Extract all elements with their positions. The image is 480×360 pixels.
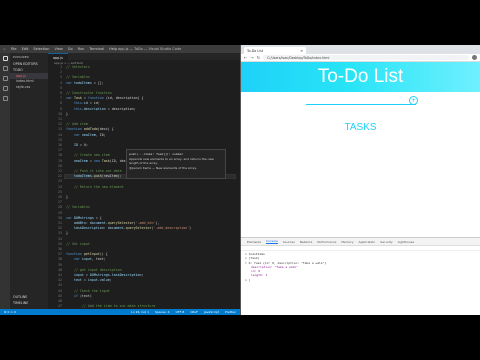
menu-item[interactable]: Selection xyxy=(33,47,49,51)
code-line[interactable]: if (text) xyxy=(66,294,92,299)
code-line[interactable]: text = input.value; xyxy=(66,278,112,283)
menu-item[interactable]: Terminal xyxy=(89,47,104,51)
status-item[interactable]: Ln 22, Col 1 xyxy=(131,310,149,314)
extensions-icon[interactable] xyxy=(2,96,8,101)
explorer-header: EXPLORER xyxy=(13,55,29,59)
code-line[interactable]: ID = 0; xyxy=(66,143,88,148)
reload-icon[interactable]: ↻ xyxy=(257,55,260,60)
menu-item[interactable]: Help xyxy=(109,47,117,51)
code-line[interactable]: // Selectors xyxy=(66,65,90,70)
file-item[interactable]: style.css xyxy=(10,84,48,90)
intellisense-tooltip: push(...items: Task[]): number Appends n… xyxy=(126,149,226,179)
status-item[interactable]: JavaScript xyxy=(204,310,219,314)
code-line[interactable]: newItem = new Task(ID, desc); xyxy=(66,159,132,164)
activity-bar xyxy=(0,53,10,309)
vscode-window: ◈ File Edit Selection View Go Run Terminal Help… xyxy=(0,45,240,315)
status-item[interactable]: Spaces: 4 xyxy=(155,310,170,314)
browser-tab-title: To-Do List xyxy=(247,48,264,53)
source-control-icon[interactable] xyxy=(2,76,8,81)
explorer-icon[interactable] xyxy=(2,56,8,61)
status-item[interactable]: CRLF xyxy=(190,310,198,314)
forward-icon[interactable]: → xyxy=(250,55,253,60)
task-input[interactable] xyxy=(305,97,416,105)
devtools-tabs: Elements Console Sources Network Performance… xyxy=(241,238,480,246)
code-line[interactable]: taskDescription: document.querySelector(… xyxy=(66,226,191,231)
devtools-tab[interactable]: Performance xyxy=(317,240,336,244)
browser-tab[interactable]: To-Do List ✕ xyxy=(244,47,306,54)
close-icon[interactable]: ✕ xyxy=(300,49,303,53)
add-task-button[interactable]: + xyxy=(409,96,418,105)
page-title: To-Do List xyxy=(317,66,404,87)
vscode-titlebar: ◈ File Edit Selection View Go Run Terminal Help… xyxy=(0,45,240,53)
devtools-panel: Elements Console Sources Network Performance… xyxy=(241,237,480,315)
devtools-tab[interactable]: Elements xyxy=(247,240,261,244)
status-bar: ⊗ 0 ⚠ 0 Ln 22, Col 1 Spaces: 4 UTF-8 CRLF Ja… xyxy=(0,309,240,315)
tasks-heading: TASKS xyxy=(344,122,377,133)
tooltip-param: @param items — New elements of the Array… xyxy=(129,165,197,170)
browser-window: To-Do List ✕ ← → ↻ C:/Users/Ivan/Desktop… xyxy=(240,45,480,315)
menu-item[interactable]: Run xyxy=(78,47,85,51)
status-item[interactable]: Prettier xyxy=(225,310,236,314)
code-line[interactable]: this.description = description; xyxy=(66,107,136,112)
avatar[interactable] xyxy=(472,55,477,60)
menu-item[interactable]: Edit xyxy=(22,47,29,51)
code-line[interactable]: // Get input xyxy=(66,242,90,247)
menu-bar: File Edit Selection View Go Run Terminal Help xyxy=(11,47,122,51)
devtools-tab[interactable]: Memory xyxy=(341,240,353,244)
console-line: > | xyxy=(245,277,251,282)
address-bar[interactable]: C:/Users/Ivan/Desktop/ToDo/index.html xyxy=(263,55,469,60)
run-debug-icon[interactable] xyxy=(2,86,8,91)
menu-item[interactable]: Go xyxy=(68,47,73,51)
vscode-logo-icon: ◈ xyxy=(3,47,7,51)
header-banner: To-Do List xyxy=(241,62,480,92)
tooltip-description: Appends new elements to an array, and re… xyxy=(129,156,214,166)
menu-item[interactable]: File xyxy=(11,47,17,51)
code-line[interactable]: } xyxy=(66,231,68,236)
editor-tab[interactable]: app.js xyxy=(48,53,68,60)
status-item[interactable]: UTF-8 xyxy=(176,310,185,314)
code-line[interactable]: // Return the new element xyxy=(66,185,124,190)
screen: ◈ File Edit Selection View Go Run Terminal Help… xyxy=(0,45,480,315)
code-line[interactable]: var input, text; xyxy=(66,257,106,262)
devtools-tab[interactable]: Security xyxy=(380,240,392,244)
devtools-tab[interactable]: Application xyxy=(359,240,376,244)
code-editor[interactable]: app.js app.js > ◇ addTodo 1// Selectors 2… xyxy=(48,53,240,309)
code-line[interactable]: var newItem, ID; xyxy=(66,133,106,138)
devtools-tab[interactable]: Lighthouse xyxy=(398,240,415,244)
todo-page: To-Do List + TASKS xyxy=(241,62,480,237)
devtools-tab[interactable]: Network xyxy=(300,240,313,244)
console-output[interactable]: > todoItems < [Task] ▾ 0: Task {id: 0, de… xyxy=(241,251,480,283)
explorer-panel: EXPLORER OPEN EDITORS TODO app.js index.… xyxy=(10,53,48,309)
devtools-tab[interactable]: Console xyxy=(265,239,278,244)
timeline-section[interactable]: TIMELINE xyxy=(10,300,48,306)
code-line[interactable]: } xyxy=(66,112,68,117)
search-icon[interactable] xyxy=(2,66,8,71)
back-icon[interactable]: ← xyxy=(244,55,247,60)
devtools-tab[interactable]: Sources xyxy=(283,240,295,244)
menu-item[interactable]: View xyxy=(54,47,62,51)
code-line[interactable]: } xyxy=(66,195,68,200)
code-line[interactable]: var todoItems = []; xyxy=(66,81,104,86)
problems-indicator[interactable]: ⊗ 0 ⚠ 0 xyxy=(4,310,16,314)
code-line[interactable]: todoItems.push(newItem); xyxy=(66,174,122,179)
code-area[interactable]: 1// Selectors 2 3// Variables 4 var todoItem… xyxy=(48,65,240,309)
code-line[interactable]: // Variables xyxy=(66,205,90,210)
window-title: app.js — ToDo — Visual Studio Code xyxy=(118,46,182,51)
